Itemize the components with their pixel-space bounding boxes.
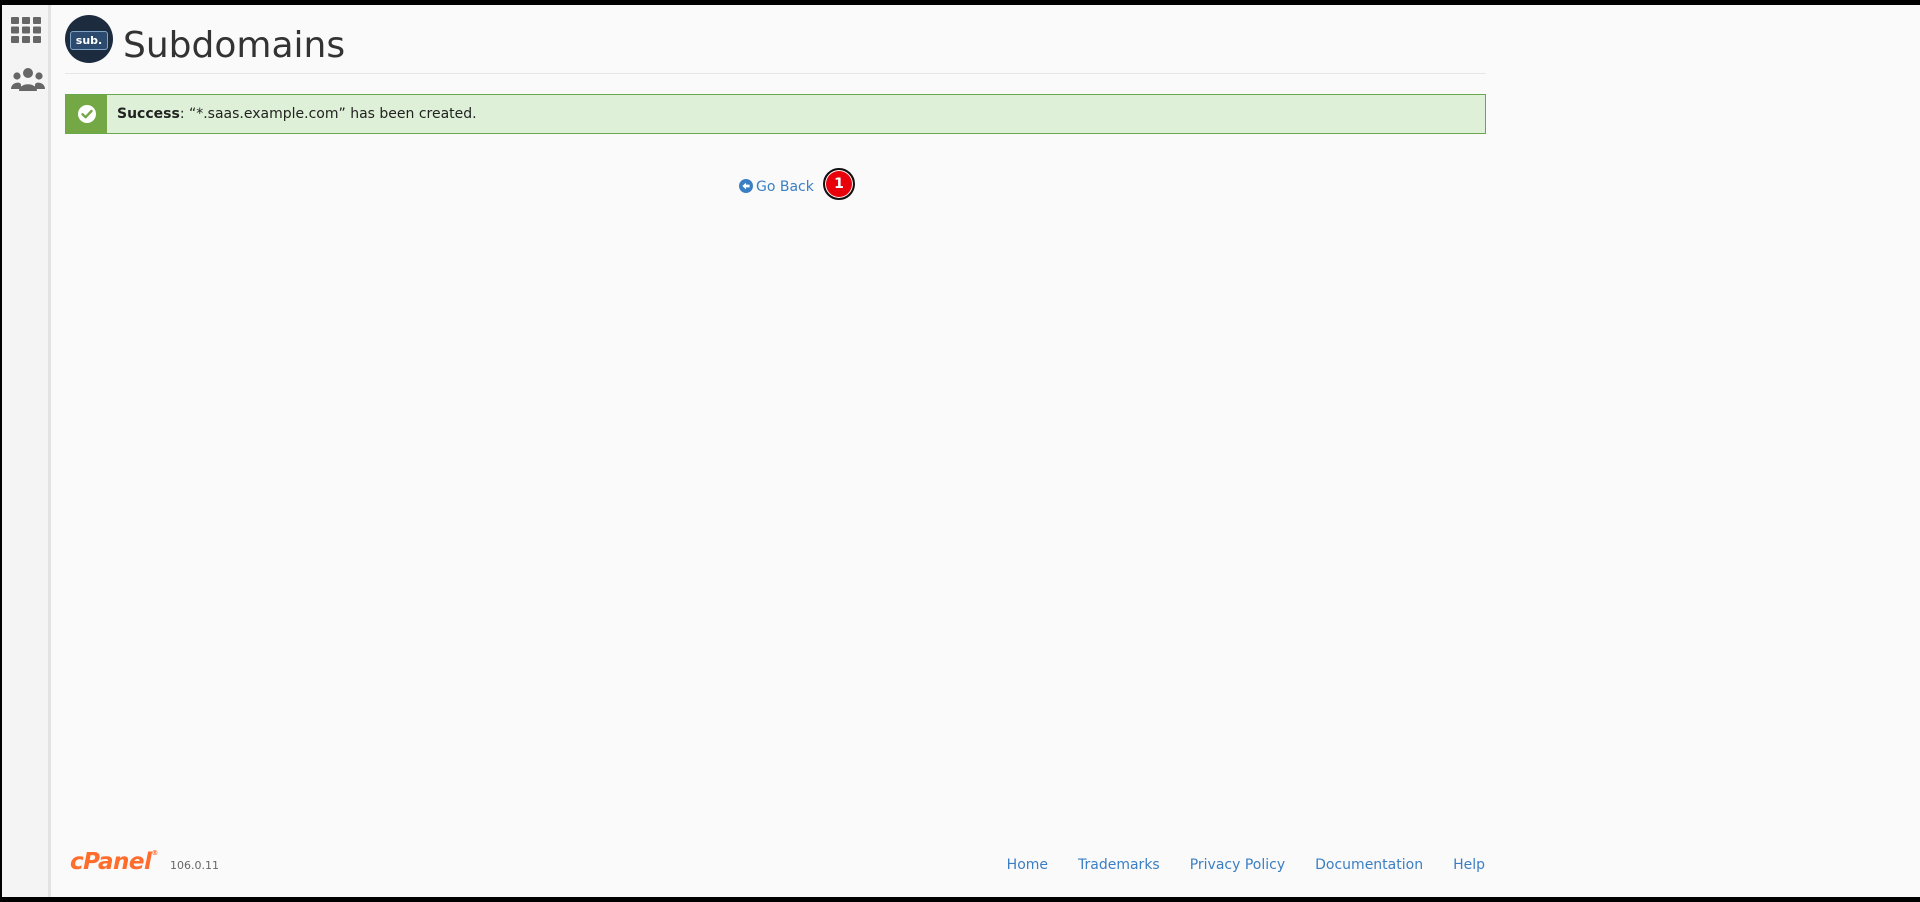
check-circle-icon — [78, 105, 96, 123]
title-divider — [65, 73, 1486, 74]
cpanel-logo-mark: ® — [151, 849, 158, 857]
sidebar — [2, 5, 51, 897]
footer-link-documentation[interactable]: Documentation — [1315, 857, 1423, 873]
footer-links: Home Trademarks Privacy Policy Documenta… — [1007, 857, 1485, 873]
alert-message-text: : “*.saas.example.com” has been created. — [179, 106, 477, 122]
page-title: Subdomains — [123, 25, 346, 66]
subdomains-icon-label: sub. — [70, 31, 108, 50]
apps-grid-icon — [11, 17, 41, 43]
step-marker-badge: 1 — [823, 168, 855, 200]
footer-link-trademarks[interactable]: Trademarks — [1078, 857, 1160, 873]
subdomains-page-icon: sub. — [65, 15, 113, 63]
arrow-circle-left-icon — [739, 179, 753, 193]
footer-link-help[interactable]: Help — [1453, 857, 1485, 873]
users-button[interactable] — [2, 59, 48, 103]
success-alert: Success: “*.saas.example.com” has been c… — [65, 94, 1486, 134]
cpanel-logo-text: cPanel — [70, 849, 152, 875]
go-back-label: Go Back — [756, 179, 814, 195]
footer-link-home[interactable]: Home — [1007, 857, 1048, 873]
users-icon — [11, 68, 45, 91]
version-label: 106.0.11 — [170, 859, 219, 872]
alert-message: Success: “*.saas.example.com” has been c… — [117, 95, 477, 133]
cpanel-logo: cPanel® — [70, 849, 158, 875]
app-frame: sub. Subdomains Success: “*.saas.example… — [2, 5, 1920, 897]
go-back-link[interactable]: Go Back — [739, 176, 814, 198]
apps-grid-button[interactable] — [2, 9, 48, 53]
footer-link-privacy-policy[interactable]: Privacy Policy — [1190, 857, 1285, 873]
success-icon-block — [66, 95, 107, 133]
alert-status-label: Success — [117, 106, 180, 122]
